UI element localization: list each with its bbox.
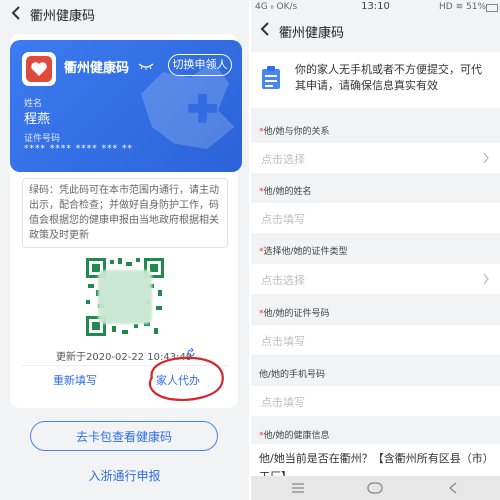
annotation-circle bbox=[148, 356, 224, 401]
phone-label: 他/她的手机号码 bbox=[259, 370, 326, 380]
battery-status: HD ≋ 51% bbox=[439, 2, 486, 12]
qr-blur-overlay bbox=[98, 270, 152, 324]
intro-text: 你的家人无手机或者不方便提交，可代其申请，请确保信息真实有效 bbox=[295, 63, 482, 92]
chevron-right-icon bbox=[483, 152, 489, 164]
health-info-label: *他/她的健康信息 bbox=[259, 431, 330, 441]
health-code-banner: 衢州健康码 切换申领人 姓名 程燕 证件号码 **** **** **** **… bbox=[10, 40, 242, 172]
id-type-label: *选择他/她的证件类型 bbox=[259, 247, 348, 257]
id-label: 证件号码 bbox=[24, 134, 61, 144]
app-name: 衢州健康码 bbox=[64, 61, 130, 76]
relation-select[interactable]: 点击选择 bbox=[251, 143, 500, 173]
name-input[interactable]: 点击填写 bbox=[251, 203, 500, 233]
right-screen: 4G ᵢₗ OK/s 13:10 HD ≋ 51% 衢州健康码 你的家人无手机或… bbox=[251, 0, 500, 500]
nav-bar: 衢州健康码 bbox=[0, 0, 249, 28]
page-title: 衢州健康码 bbox=[30, 9, 96, 24]
name-label: *他/她的姓名 bbox=[259, 187, 312, 197]
left-screen: 衢州健康码 衢州健康码 切换申领人 姓名 程燕 证件号码 **** **** *… bbox=[0, 0, 249, 500]
green-code-notice: 绿码：凭此码可在本市范围内通行，请主动出示，配合检查；并做好自身防护工作，码值会… bbox=[22, 178, 228, 248]
chevron-right-icon bbox=[483, 273, 489, 285]
relation-label: *他/她与你的关系 bbox=[259, 127, 330, 137]
name-value: 程燕 bbox=[24, 112, 51, 127]
app-logo bbox=[22, 52, 56, 86]
back-arrow-icon[interactable] bbox=[8, 5, 24, 21]
back-arrow-icon[interactable] bbox=[258, 22, 272, 36]
hide-eye-icon[interactable] bbox=[138, 62, 154, 70]
battery-icon bbox=[486, 4, 498, 12]
back-nav-icon[interactable] bbox=[447, 482, 459, 494]
heart-icon bbox=[31, 62, 47, 76]
phone-input[interactable]: 点击填写 bbox=[251, 386, 500, 416]
zhejiang-entry-link[interactable]: 入浙通行申报 bbox=[0, 467, 249, 484]
menu-icon[interactable] bbox=[291, 482, 305, 494]
view-in-wallet-button[interactable]: 去卡包查看健康码 bbox=[30, 421, 218, 451]
document-icon bbox=[262, 66, 280, 89]
page-title: 衢州健康码 bbox=[279, 26, 345, 41]
id-number-masked: **** **** **** *** ** bbox=[24, 144, 133, 154]
system-nav-bar bbox=[251, 476, 500, 500]
id-number-input[interactable]: 点击填写 bbox=[251, 325, 500, 355]
refill-link[interactable]: 重新填写 bbox=[53, 372, 97, 388]
home-icon[interactable] bbox=[367, 482, 383, 494]
switch-applicant-button[interactable]: 切换申领人 bbox=[168, 54, 232, 76]
id-number-label: *他/她的证件号码 bbox=[259, 309, 330, 319]
id-type-select[interactable]: 点击选择 bbox=[251, 264, 500, 294]
status-bar: 4G ᵢₗ OK/s 13:10 HD ≋ 51% bbox=[251, 0, 500, 16]
